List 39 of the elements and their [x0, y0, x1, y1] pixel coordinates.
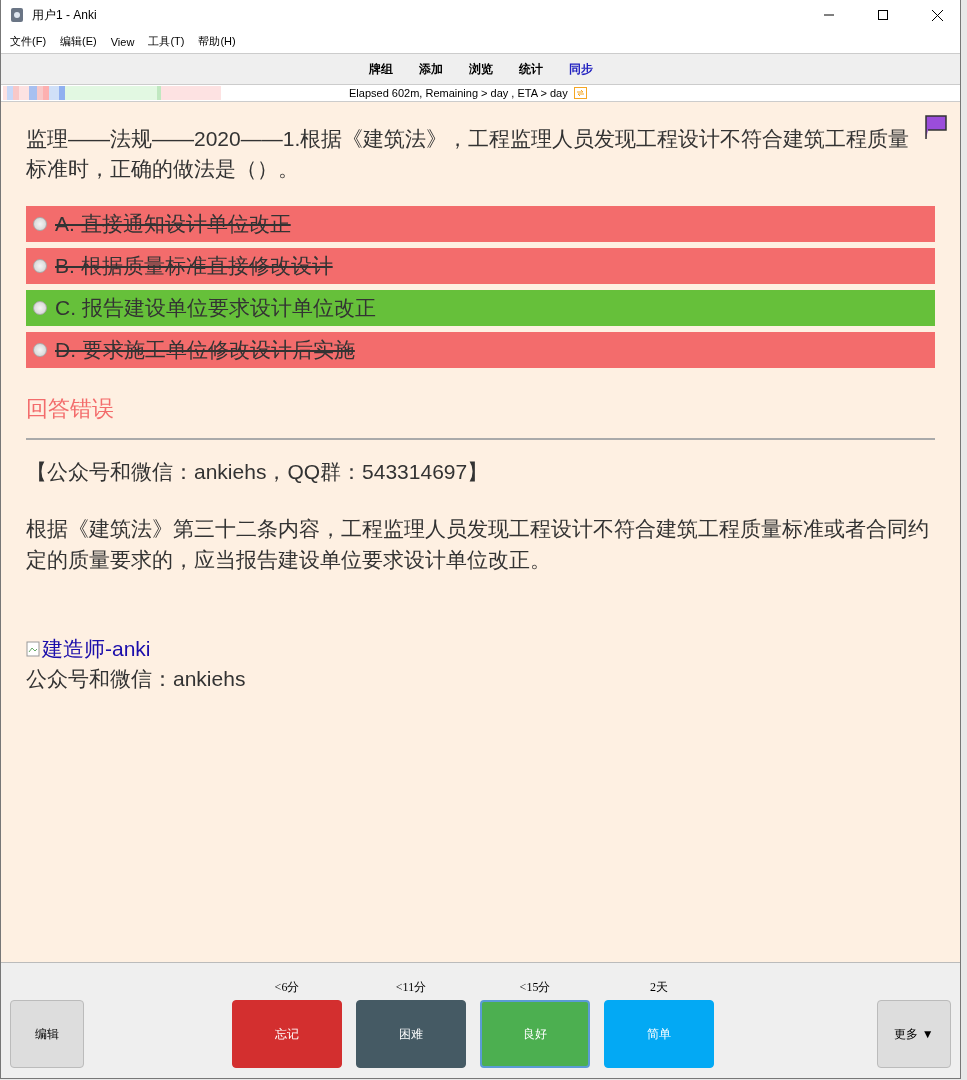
menu-item[interactable]: 工具(T)	[148, 34, 185, 49]
interval-label: <11分	[395, 979, 427, 996]
option-text: B. 根据质量标准直接修改设计	[55, 253, 333, 279]
explanation-text: 根据《建筑法》第三十二条内容，工程监理人员发现工程设计不符合建筑工程质量标准或者合同约定的质量要求的，应当报告建设单位要求设计单位改正。	[26, 516, 930, 573]
broken-image-icon	[26, 641, 40, 657]
maximize-icon[interactable]	[878, 10, 888, 20]
close-icon[interactable]	[931, 9, 943, 21]
toolbar-link[interactable]: 浏览	[468, 60, 493, 78]
footer-text: 公众号和微信：ankiehs	[26, 666, 247, 692]
question-text: 监理——法规——2020——1.根据《建筑法》，工程监理人员发现工程设计不符合建筑工程质量标准时，正确的做法是（）。	[26, 126, 911, 182]
window-title: 用户1 - Anki	[32, 6, 98, 24]
answer-button[interactable]: 困难	[356, 1000, 466, 1068]
result-text: 回答错误	[26, 395, 115, 423]
menu-item[interactable]: 帮助(H)	[198, 34, 236, 49]
radio-button[interactable]	[33, 343, 47, 357]
interval-label: <15分	[519, 979, 551, 996]
interval-label: 2天	[650, 979, 668, 996]
image-link[interactable]: 建造师-anki	[26, 635, 151, 663]
toolbar-link[interactable]: 牌组	[368, 60, 393, 78]
contact-text: 【公众号和微信：ankiehs，QQ群：543314697】	[26, 459, 490, 485]
toolbar-link[interactable]: 同步	[568, 60, 593, 78]
radio-button[interactable]	[33, 301, 47, 315]
toolbar-link[interactable]: 统计	[518, 60, 543, 78]
radio-button[interactable]	[33, 259, 47, 273]
menu-item[interactable]: 文件(F)	[10, 34, 47, 49]
edit-button[interactable]: 编辑	[10, 1000, 84, 1068]
option-text: A. 直接通知设计单位改正	[55, 211, 291, 237]
menu-item[interactable]: View	[110, 35, 135, 48]
menu-item[interactable]: 编辑(E)	[60, 34, 97, 49]
app-icon	[10, 7, 24, 23]
refresh-icon[interactable]	[573, 87, 587, 99]
interval-label: <6分	[274, 979, 300, 996]
radio-button[interactable]	[33, 217, 47, 231]
option-text: C. 报告建设单位要求设计单位改正	[55, 295, 376, 321]
more-button[interactable]: 更多 ▼	[877, 1000, 951, 1068]
answer-button[interactable]: 忘记	[232, 1000, 342, 1068]
progress-text: Elapsed 602m, Remaining > day , ETA > day	[349, 87, 568, 99]
option-text: D. 要求施工单位修改设计后实施	[55, 337, 355, 363]
toolbar-link[interactable]: 添加	[418, 60, 443, 78]
